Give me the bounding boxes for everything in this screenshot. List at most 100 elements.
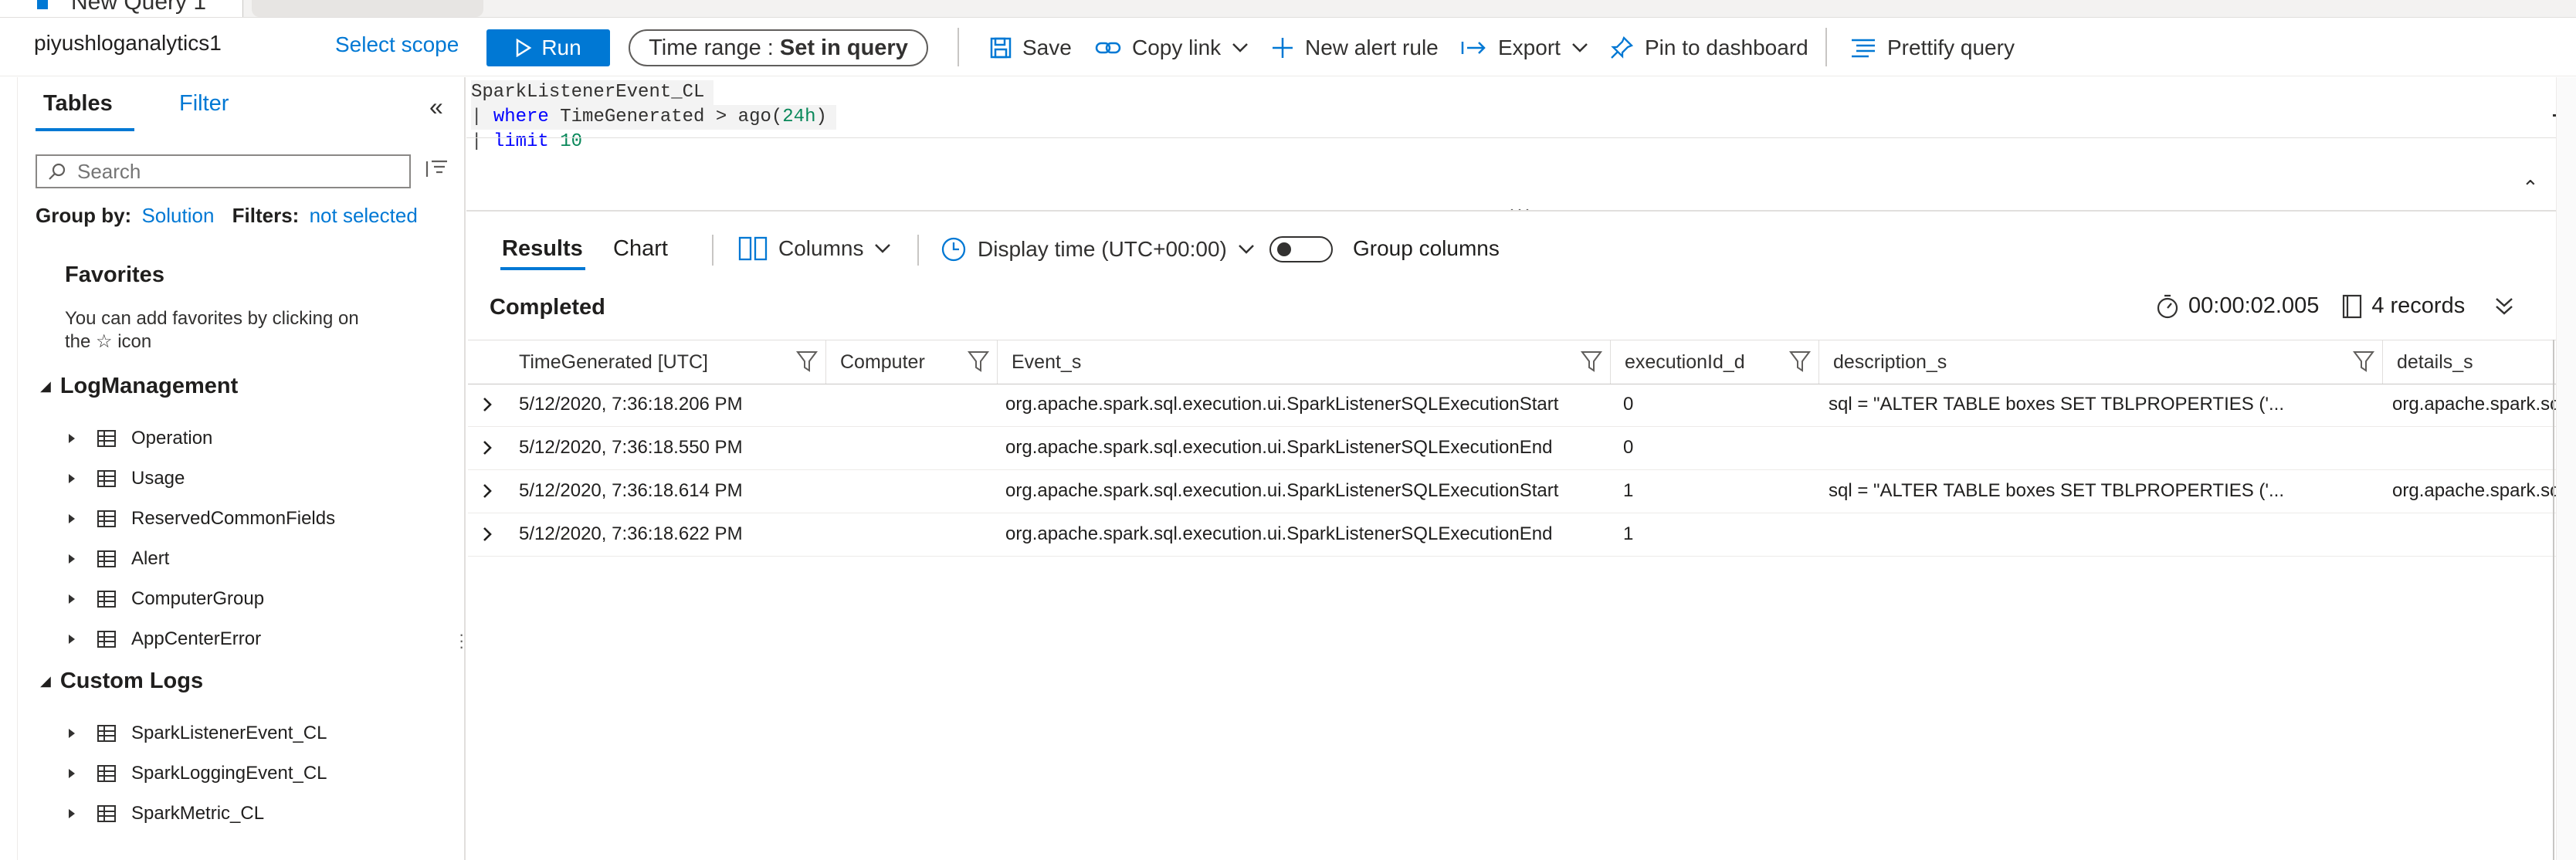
expand-row-icon[interactable]	[482, 397, 493, 412]
copy-link-label: Copy link	[1132, 36, 1222, 59]
group-logmanagement[interactable]: ◢ LogManagement	[40, 374, 238, 399]
time-range-button[interactable]: Time range : Set in query	[629, 29, 928, 66]
column-header-event[interactable]: Event_s	[998, 340, 1611, 384]
vertical-scrollbar[interactable]	[2556, 77, 2576, 860]
schema-search	[36, 154, 411, 188]
cell-timegenerated: 5/12/2020, 7:36:18.206 PM	[519, 394, 743, 415]
table-row[interactable]: 5/12/2020, 7:36:18.550 PM org.apache.spa…	[468, 426, 2557, 470]
new-alert-rule-label: New alert rule	[1305, 36, 1439, 59]
tab-filter[interactable]: Filter	[179, 91, 229, 117]
group-columns-toggle[interactable]	[1269, 236, 1333, 262]
cell-executionid: 0	[1623, 437, 1634, 458]
cell-computer	[840, 383, 995, 426]
expand-all-icon[interactable]	[2494, 296, 2514, 317]
cell-details	[2392, 513, 2557, 556]
expression-token: TimeGenerated > ago(	[548, 107, 783, 127]
table-item-appcentererror[interactable]: AppCenterError	[0, 619, 456, 659]
table-item-label: SparkMetric_CL	[131, 803, 265, 824]
tab-results[interactable]: Results	[502, 236, 583, 262]
chevron-down-icon	[1238, 245, 1254, 254]
toolbar-divider	[1825, 28, 1827, 66]
collapse-panel-icon[interactable]: «	[429, 93, 443, 121]
query-status: Completed	[490, 295, 605, 320]
tab-new-query-1[interactable]: New Query 1	[0, 0, 243, 17]
filters-label: Filters:	[232, 204, 300, 227]
table-icon	[97, 725, 116, 742]
table-item-label: Usage	[131, 468, 185, 489]
table-icon	[97, 591, 116, 608]
display-time-button[interactable]: Display time (UTC+00:00)	[941, 236, 1255, 262]
cell-description: sql = "ALTER TABLE boxes SET TBLPROPERTI…	[1829, 480, 2284, 501]
cell-description	[1829, 513, 2380, 556]
tab-label: New Query 1	[71, 0, 207, 15]
chevron-right-icon	[69, 594, 75, 604]
expand-row-icon[interactable]	[482, 526, 493, 542]
table-item-operation[interactable]: Operation	[0, 418, 456, 459]
column-header-description[interactable]: description_s	[1819, 340, 2383, 384]
pin-to-dashboard-button[interactable]: Pin to dashboard	[1609, 31, 1808, 65]
pin-to-dashboard-label: Pin to dashboard	[1645, 36, 1808, 59]
filter-icon[interactable]	[796, 350, 818, 373]
group-custom-logs[interactable]: ◢ Custom Logs	[40, 669, 203, 694]
table-item-usage[interactable]: Usage	[0, 459, 456, 499]
table-item-label: Operation	[131, 428, 213, 449]
tab-tables[interactable]: Tables	[43, 91, 113, 117]
column-header-timegenerated[interactable]: TimeGenerated [UTC]	[468, 340, 826, 384]
tab-placeholder[interactable]	[252, 0, 483, 17]
select-scope-link[interactable]: Select scope	[335, 32, 459, 57]
column-header-label: details_s	[2397, 350, 2473, 373]
save-button[interactable]: Save	[990, 31, 1072, 65]
cell-executionid: 0	[1623, 394, 1634, 415]
table-item-reservedcommonfields[interactable]: ReservedCommonFields	[0, 499, 456, 539]
search-icon	[49, 163, 66, 180]
search-input[interactable]	[76, 158, 388, 185]
chevron-down-icon	[875, 244, 891, 253]
query-editor[interactable]: SparkListenerEvent_CL | where TimeGenera…	[471, 80, 2556, 212]
vertical-splitter-handle[interactable]: · · ·	[459, 626, 464, 655]
expand-row-icon[interactable]	[482, 440, 493, 455]
cell-details: org.apache.spark.sq	[2392, 394, 2557, 415]
export-button[interactable]: Export	[1461, 31, 1588, 65]
filters-value[interactable]: not selected	[310, 204, 418, 227]
prettify-query-button[interactable]: Prettify query	[1850, 31, 2015, 65]
filter-icon[interactable]	[1789, 350, 1811, 373]
table-item-sparklistenerevent[interactable]: SparkListenerEvent_CL	[0, 713, 456, 753]
table-item-label: SparkListenerEvent_CL	[131, 723, 327, 743]
column-header-computer[interactable]: Computer	[826, 340, 998, 384]
table-item-computergroup[interactable]: ComputerGroup	[0, 579, 456, 619]
columns-button[interactable]: Columns	[738, 236, 891, 261]
chevron-right-icon	[69, 729, 75, 738]
run-button[interactable]: Run	[486, 29, 610, 66]
table-item-alert[interactable]: Alert	[0, 539, 456, 579]
pipe-token: |	[471, 107, 493, 127]
editor-line-2: | where TimeGenerated > ago(24h)	[471, 105, 836, 130]
cell-computer	[840, 469, 995, 513]
tab-tables-underline	[36, 128, 134, 131]
tab-chart[interactable]: Chart	[613, 236, 668, 262]
table-item-sparkloggingevent[interactable]: SparkLoggingEvent_CL	[0, 753, 456, 794]
table-row[interactable]: 5/12/2020, 7:36:18.622 PM org.apache.spa…	[468, 513, 2557, 557]
cell-executionid: 1	[1623, 480, 1634, 501]
new-alert-rule-button[interactable]: New alert rule	[1271, 31, 1439, 65]
column-header-executionid[interactable]: executionId_d	[1611, 340, 1819, 384]
sort-filter-icon[interactable]	[425, 159, 448, 179]
editor-line-1: SparkListenerEvent_CL	[471, 80, 714, 105]
group-by-value[interactable]: Solution	[141, 204, 214, 227]
table-item-label: Alert	[131, 548, 170, 569]
column-header-details[interactable]: details_s	[2383, 340, 2557, 384]
expand-row-icon[interactable]	[482, 483, 493, 499]
copy-link-button[interactable]: Copy link	[1095, 31, 1249, 65]
table-row[interactable]: 5/12/2020, 7:36:18.614 PM org.apache.spa…	[468, 469, 2557, 513]
table-row[interactable]: 5/12/2020, 7:36:18.206 PM org.apache.spa…	[468, 383, 2557, 427]
collapse-editor-icon[interactable]: ⌃	[2522, 176, 2539, 200]
cell-event: org.apache.spark.sql.execution.ui.SparkL…	[1005, 437, 1553, 458]
editor-line-3: | limit 10	[471, 131, 582, 152]
filter-icon[interactable]	[1581, 350, 1602, 373]
table-item-label: ReservedCommonFields	[131, 508, 336, 529]
filter-icon[interactable]	[2353, 350, 2374, 373]
cell-details: org.apache.spark.sq	[2392, 480, 2557, 501]
columns-icon	[738, 236, 768, 261]
filter-icon[interactable]	[968, 350, 989, 373]
table-item-sparkmetric[interactable]: SparkMetric_CL	[0, 794, 456, 834]
table-icon	[97, 631, 116, 648]
